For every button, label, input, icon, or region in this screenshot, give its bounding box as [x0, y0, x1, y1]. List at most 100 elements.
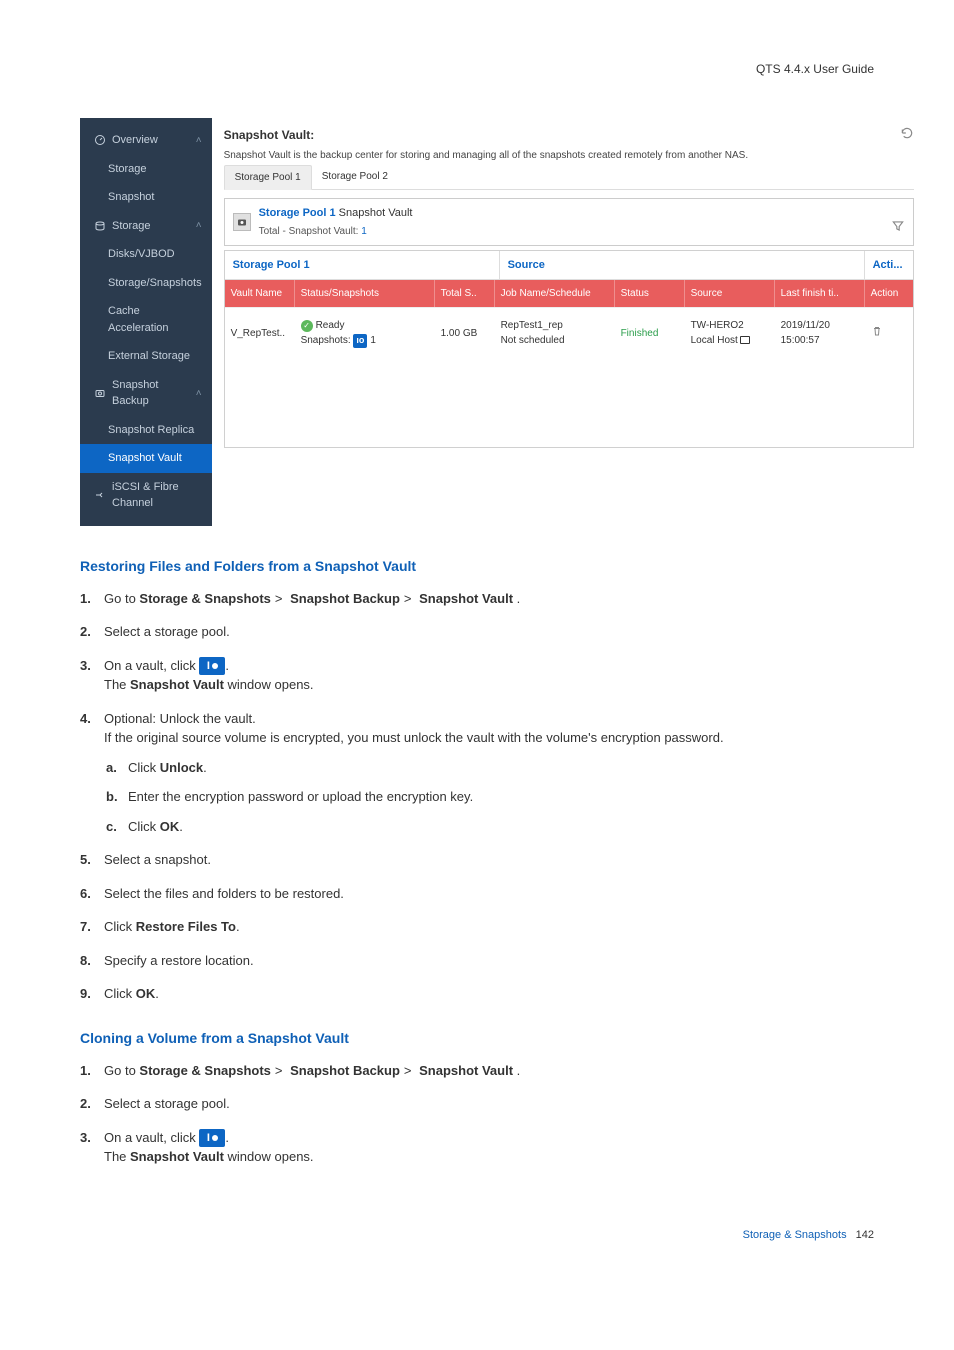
step-9: Click OK. — [104, 984, 874, 1004]
lf-time: 15:00:57 — [781, 333, 859, 348]
sidebar-label: External Storage — [108, 348, 190, 365]
pool-tabs: Storage Pool 1 Storage Pool 2 — [224, 165, 914, 190]
window-name: Snapshot Vault — [130, 677, 224, 692]
sidebar-label: Snapshot Replica — [108, 422, 194, 439]
text: . — [179, 819, 183, 834]
substep-b: Enter the encryption password or upload … — [128, 787, 874, 807]
job-schedule: Not scheduled — [501, 333, 609, 348]
col-job-schedule: Job Name/Schedule — [495, 280, 615, 307]
grp-action: Acti... — [865, 251, 913, 280]
path-seg: Snapshot Vault — [419, 1063, 513, 1078]
sidebar-item-sreplica[interactable]: Snapshot Replica — [80, 416, 212, 445]
footer-section: Storage & Snapshots — [743, 1229, 847, 1241]
step-3: On a vault, click I. The Snapshot Vault … — [104, 1128, 874, 1167]
substep-a: Click Unlock. — [128, 758, 874, 778]
ready-label: Ready — [316, 320, 345, 331]
path-seg: Storage & Snapshots — [139, 591, 270, 606]
sidebar-item-snapshot[interactable]: Snapshot — [80, 183, 212, 212]
text: Optional: Unlock the vault. — [104, 711, 256, 726]
sidebar-item-iscsi[interactable]: iSCSI & Fibre Channel — [80, 473, 212, 518]
text: . — [225, 658, 229, 673]
chevron-up-icon: ˄ — [196, 386, 202, 401]
main-pane: Snapshot Vault: Snapshot Vault is the ba… — [212, 118, 926, 526]
source-local: Local Host — [691, 335, 738, 346]
btn-name: Restore Files To — [136, 919, 236, 934]
grp-storage-pool: Storage Pool 1 — [225, 251, 500, 280]
tab-pool1[interactable]: Storage Pool 1 — [224, 165, 312, 190]
text: On a vault, click — [104, 1130, 199, 1145]
text: window opens. — [224, 1149, 314, 1164]
sidebar-label: Cache Acceleration — [108, 303, 202, 336]
refresh-icon[interactable] — [900, 126, 914, 146]
sidebar-label: iSCSI & Fibre Channel — [112, 479, 202, 512]
text: . — [155, 986, 159, 1001]
text: The — [104, 677, 130, 692]
iscsi-icon — [94, 489, 106, 501]
text: . — [236, 919, 240, 934]
sidebar-label: Overview — [112, 132, 158, 149]
cell-job-schedule: RepTest1_rep Not scheduled — [495, 308, 615, 358]
sidebar-item-ext[interactable]: External Storage — [80, 342, 212, 371]
steps-list-1: Go to Storage & Snapshots> Snapshot Back… — [80, 589, 874, 1004]
filter-icon[interactable] — [891, 205, 905, 239]
sidebar-item-storage[interactable]: Storage ˄ — [80, 212, 212, 241]
sv-title: Snapshot Vault: — [224, 126, 914, 144]
grp-source: Source — [500, 251, 865, 280]
steps-list-2: Go to Storage & Snapshots> Snapshot Back… — [80, 1061, 874, 1167]
col-status-snapshots: Status/Snapshots — [295, 280, 435, 307]
monitor-icon — [740, 336, 750, 344]
page-header: QTS 4.4.x User Guide — [80, 60, 874, 78]
text: The — [104, 1149, 130, 1164]
total-value: 1 — [361, 226, 367, 237]
text: Click — [104, 919, 136, 934]
pool-name: Storage Pool 1 — [259, 207, 336, 219]
vault-icon-button: I — [199, 1129, 225, 1147]
sidebar: Overview ˄ Storage Snapshot Storage ˄ Di… — [80, 118, 212, 526]
sidebar-item-storsnap[interactable]: Storage/Snapshots — [80, 269, 212, 298]
step-5: Select a snapshot. — [104, 850, 874, 870]
step-2: Select a storage pool. — [104, 622, 874, 642]
table-group-header: Storage Pool 1 Source Acti... — [225, 251, 913, 281]
cell-status-snapshots: ✓Ready Snapshots: ıo1 — [295, 308, 435, 358]
sidebar-item-sbackup[interactable]: Snapshot Backup ˄ — [80, 371, 212, 416]
btn-name: OK — [160, 819, 180, 834]
footer-page: 142 — [856, 1229, 874, 1241]
sidebar-label: Storage/Snapshots — [108, 275, 202, 292]
sidebar-item-storage0[interactable]: Storage — [80, 155, 212, 184]
text: If the original source volume is encrypt… — [104, 730, 724, 745]
col-total-size: Total S.. — [435, 280, 495, 307]
camera-box-icon — [233, 213, 251, 231]
tab-pool2[interactable]: Storage Pool 2 — [312, 165, 398, 189]
separator: > — [400, 1063, 416, 1078]
text: . — [203, 760, 207, 775]
table-row[interactable]: V_RepTest.. ✓Ready Snapshots: ıo1 1.00 G… — [225, 307, 913, 358]
sidebar-item-overview[interactable]: Overview ˄ — [80, 126, 212, 155]
vault-icon-button: I — [199, 657, 225, 675]
sidebar-item-svault[interactable]: Snapshot Vault — [80, 444, 212, 473]
sidebar-label: Snapshot Backup — [112, 377, 190, 410]
cell-status: Finished — [615, 316, 685, 351]
snapshots-count: 1 — [370, 335, 376, 346]
step-4: Optional: Unlock the vault. If the origi… — [104, 709, 874, 837]
cell-source: TW-HERO2 Local Host — [685, 308, 775, 358]
sidebar-label: Storage — [112, 218, 151, 235]
section-heading-restoring: Restoring Files and Folders from a Snaps… — [80, 556, 874, 577]
text: . — [225, 1130, 229, 1145]
sidebar-label: Storage — [108, 161, 147, 178]
sidebar-item-cache[interactable]: Cache Acceleration — [80, 297, 212, 342]
total-label: Total - Snapshot Vault: — [259, 226, 362, 237]
chevron-up-icon: ˄ — [196, 218, 202, 233]
text: Click — [128, 760, 160, 775]
substep-c: Click OK. — [128, 817, 874, 837]
sidebar-label: Disks/VJBOD — [108, 246, 175, 263]
delete-action[interactable] — [865, 314, 913, 353]
camera-icon — [94, 387, 106, 399]
text: Click — [128, 819, 160, 834]
step-7: Click Restore Files To. — [104, 917, 874, 937]
sv-desc: Snapshot Vault is the backup center for … — [224, 148, 914, 163]
substeps: Click Unlock. Enter the encryption passw… — [104, 758, 874, 837]
sidebar-label: Snapshot — [108, 189, 154, 206]
btn-name: OK — [136, 986, 156, 1001]
text: . — [517, 1063, 521, 1078]
sidebar-item-disks[interactable]: Disks/VJBOD — [80, 240, 212, 269]
